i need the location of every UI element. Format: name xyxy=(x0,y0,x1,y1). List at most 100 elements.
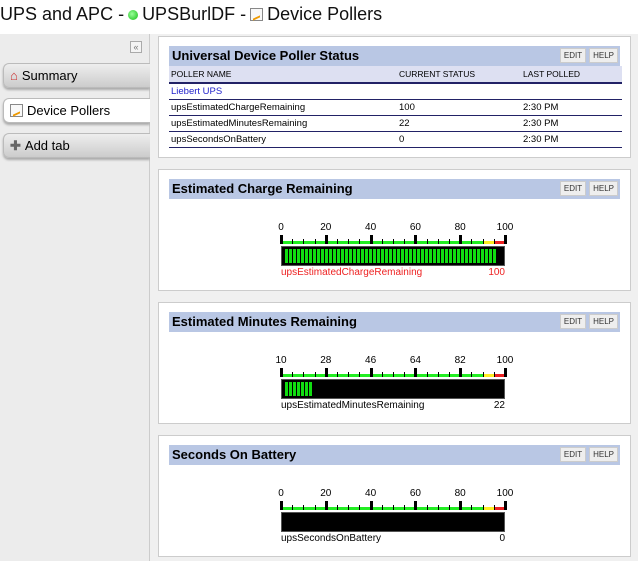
gauge-segment xyxy=(377,249,380,263)
tick-mark xyxy=(280,368,283,377)
tick-label: 80 xyxy=(454,488,466,499)
tick-mark xyxy=(381,239,383,244)
edit-button[interactable]: EDIT xyxy=(559,447,587,462)
tick-mark xyxy=(459,501,463,510)
tick-mark xyxy=(314,239,316,244)
panel-title: Estimated Minutes Remaining xyxy=(172,314,357,329)
tick-mark xyxy=(337,372,338,377)
gauge-panel: Estimated Charge Remaining EDIT HELP 0 20 4… xyxy=(158,169,631,291)
tick-label: 64 xyxy=(409,355,421,366)
tick-mark xyxy=(348,505,350,510)
gauge-segment xyxy=(337,249,340,263)
tick-label: 100 xyxy=(496,488,514,499)
tick-mark xyxy=(359,505,361,510)
tick-mark xyxy=(504,368,507,377)
main-content: Universal Device Poller Status EDIT HELP … xyxy=(150,34,638,561)
gauge-segment xyxy=(317,249,320,263)
tick-mark xyxy=(504,501,507,510)
edit-button[interactable]: EDIT xyxy=(559,48,587,63)
gauge-segment xyxy=(309,382,312,396)
sidebar: « ⌂ Summary Device Pollers ✚ Add tab xyxy=(0,34,150,561)
gauge-segment xyxy=(305,249,308,263)
panel-title: Estimated Charge Remaining xyxy=(172,181,353,196)
gauge-segment xyxy=(397,249,400,263)
tab-add[interactable]: ✚ Add tab xyxy=(3,133,150,158)
gauge-segment xyxy=(341,249,344,263)
tick-label: 10 xyxy=(275,355,287,366)
tick-mark xyxy=(369,501,373,510)
gauge-segment xyxy=(353,249,356,263)
collapse-sidebar-button[interactable]: « xyxy=(130,41,142,53)
tick-mark xyxy=(426,239,428,244)
gauge-panel: Seconds On Battery EDIT HELP 0 20 40 60 80 100… xyxy=(158,435,631,557)
gauge-scale xyxy=(280,500,507,510)
gauge-segment xyxy=(285,249,288,263)
tick-mark xyxy=(324,501,328,510)
tick-mark xyxy=(292,505,294,510)
gauge-segment xyxy=(417,249,420,263)
tick-mark xyxy=(426,372,428,377)
gauge-segment xyxy=(289,249,292,263)
tick-mark xyxy=(314,372,316,377)
tab-device-pollers[interactable]: Device Pollers xyxy=(3,98,150,123)
gauge-segment xyxy=(321,249,324,263)
help-button[interactable]: HELP xyxy=(589,447,618,462)
tick-mark xyxy=(414,501,418,510)
tab-summary[interactable]: ⌂ Summary xyxy=(3,63,150,88)
gauge-bar xyxy=(281,246,505,266)
tick-mark xyxy=(348,239,350,244)
gauge-scale xyxy=(280,367,507,377)
edit-button[interactable]: EDIT xyxy=(559,314,587,329)
tick-mark xyxy=(471,372,473,377)
gauge-segment xyxy=(293,249,296,263)
gauge-segment xyxy=(489,249,492,263)
gauge-segment xyxy=(293,382,296,396)
tick-mark xyxy=(348,372,350,377)
gauge-scale xyxy=(280,234,507,244)
gauge-segment xyxy=(305,382,308,396)
tick-mark xyxy=(292,239,294,244)
title-view: Device Pollers xyxy=(267,4,383,24)
column-header: LAST POLLED xyxy=(521,66,622,84)
tick-label: 20 xyxy=(320,222,332,233)
tab-label: Summary xyxy=(21,68,78,83)
tick-label: 0 xyxy=(278,488,284,499)
gauge-segment xyxy=(493,249,496,263)
tick-mark xyxy=(459,235,463,244)
gauge-segment xyxy=(409,249,412,263)
gauge-segment xyxy=(461,249,464,263)
panel-title: Seconds On Battery xyxy=(172,447,297,462)
gauge-segment xyxy=(433,249,436,263)
tab-label: Device Pollers xyxy=(27,103,111,118)
poller-group-link[interactable]: Liebert UPS xyxy=(169,83,622,100)
help-button[interactable]: HELP xyxy=(589,48,618,63)
gauge-segment xyxy=(325,249,328,263)
edit-button[interactable]: EDIT xyxy=(559,181,587,196)
cell: upsEstimatedChargeRemaining xyxy=(169,99,397,116)
gauge-segment xyxy=(413,249,416,263)
gauge-segment xyxy=(297,249,300,263)
gauge-segment xyxy=(425,249,428,263)
linear-gauge: 0 20 40 60 80 100 upsEstimatedChargeRemaining… xyxy=(278,222,513,278)
help-button[interactable]: HELP xyxy=(589,181,618,196)
gauge-label: upsEstimatedMinutesRemaining xyxy=(281,400,425,411)
gauge-segment xyxy=(369,249,372,263)
cell: upsEstimatedMinutesRemaining xyxy=(169,115,397,132)
tick-label: 80 xyxy=(454,222,466,233)
tick-mark xyxy=(482,239,484,244)
tick-mark xyxy=(493,505,495,510)
gauge-segment xyxy=(381,249,384,263)
gauge-segment xyxy=(385,249,388,263)
help-button[interactable]: HELP xyxy=(589,314,618,329)
gauge-segment xyxy=(465,249,468,263)
gauge-segment xyxy=(301,382,304,396)
tick-mark xyxy=(437,239,439,244)
gauge-bar xyxy=(281,512,505,532)
home-icon: ⌂ xyxy=(10,68,18,83)
title-node: UPSBurlDF - xyxy=(142,4,247,24)
tick-mark xyxy=(404,372,406,377)
gauge-segment xyxy=(469,249,472,263)
gauge-segment xyxy=(445,249,448,263)
gauge-segment xyxy=(453,249,456,263)
poller-table: POLLER NAME CURRENT STATUS LAST POLLED Lie… xyxy=(169,66,622,148)
